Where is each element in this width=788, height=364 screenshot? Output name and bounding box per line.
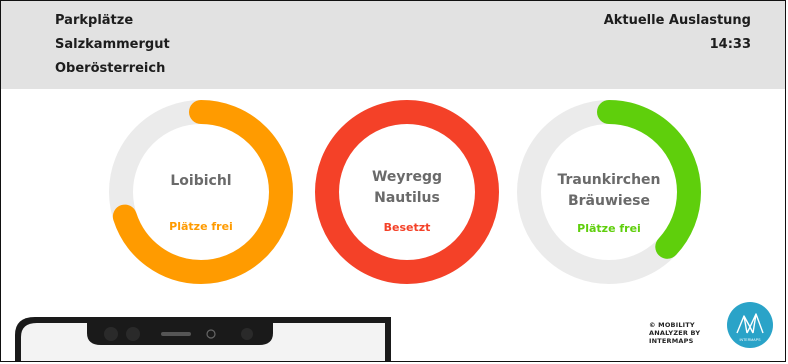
gauge-loibichl[interactable]: Loibichl Plätze frei	[101, 99, 301, 285]
smartphone-overlay	[15, 317, 391, 361]
gauge-name-weyregg-line1: Weyregg	[371, 169, 442, 185]
dashboard-frame: Parkplätze Salzkammergut Oberösterreich …	[0, 0, 786, 362]
header-bar: Parkplätze Salzkammergut Oberösterreich …	[1, 1, 785, 89]
gauge-weyregg-nautilus[interactable]: Weyregg Nautilus Besetzt	[307, 99, 507, 285]
header-time: 14:33	[709, 37, 751, 52]
gauge-traunkirchen-braeuwiese[interactable]: Traunkirchen Bräuwiese Plätze frei	[509, 99, 709, 285]
mobility-analyzer-credit: © MOBILITY ANALYZER BY INTERMAPS	[649, 321, 700, 345]
intermaps-logo: INTERMAPS	[727, 302, 773, 348]
gauge-name-traunkirchen-line2: Bräuwiese	[567, 193, 651, 209]
gauge-status-loibichl: Plätze frei	[169, 220, 233, 233]
gauge-name-traunkirchen-line1: Traunkirchen	[557, 172, 661, 188]
credit-line-2: ANALYZER BY	[649, 329, 701, 337]
credit-line-1: © MOBILITY	[649, 321, 695, 329]
gauge-ring-loibichl	[109, 100, 293, 284]
gauge-status-traunkirchen: Plätze frei	[577, 222, 641, 235]
gauge-name-weyregg-line2: Nautilus	[374, 190, 440, 206]
header-line-state: Oberösterreich	[55, 61, 166, 76]
credit-line-3: INTERMAPS	[649, 337, 694, 345]
header-line-region: Salzkammergut	[55, 37, 170, 52]
gauge-status-weyregg: Besetzt	[383, 221, 431, 234]
gauge-name-loibichl: Loibichl	[170, 173, 232, 189]
header-title: Aktuelle Auslastung	[603, 13, 751, 28]
header-line-parking: Parkplätze	[55, 13, 134, 28]
logo-text: INTERMAPS	[740, 338, 762, 342]
